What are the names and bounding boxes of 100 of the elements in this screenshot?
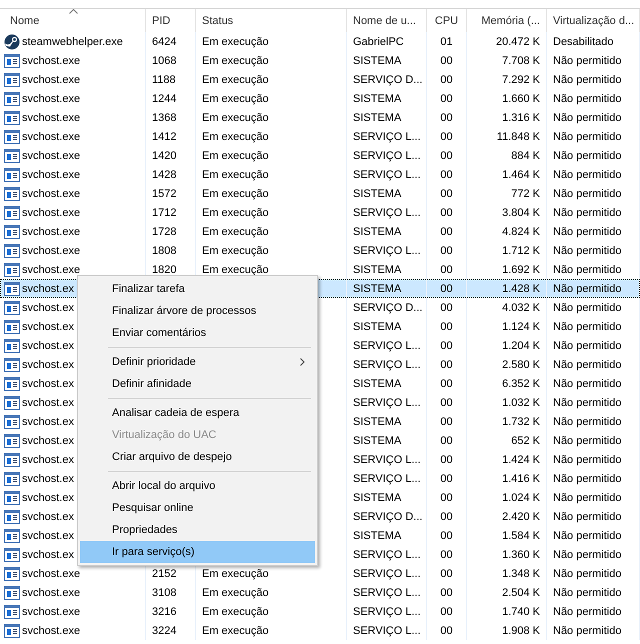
table-cell: SISTEMA — [353, 320, 402, 332]
process-row[interactable]: steamwebhelper.exe 6424 Em execução GabrielPC 01 20.472 K Desabilitado — [0, 32, 640, 51]
table-cell: Não permitido — [553, 264, 622, 276]
table-cell: Não permitido — [553, 54, 622, 66]
column-header[interactable]: Virtualização d... — [547, 9, 640, 32]
table-cell: SERVIÇO L... — [353, 130, 421, 142]
menu-item[interactable]: Definir afinidade — [80, 373, 315, 395]
table-cell: SISTEMA — [353, 92, 402, 104]
window-icon — [4, 92, 20, 106]
table-cell: Não permitido — [553, 150, 622, 162]
process-name: svchost.ex — [22, 302, 74, 314]
process-row[interactable]: svchost.exe 3224 Em execução SERVIÇO L... 00 1.908 K Não permitido — [0, 621, 640, 640]
column-header[interactable]: Nome de u... — [347, 9, 427, 32]
window-icon — [4, 338, 20, 352]
table-cell: SISTEMA — [353, 112, 402, 124]
table-cell: 6424 — [152, 36, 176, 48]
table-cell: Não permitido — [553, 472, 622, 484]
table-cell: SERVIÇO L... — [353, 586, 421, 598]
window-icon — [4, 110, 20, 124]
table-cell: SERVIÇO L... — [353, 568, 421, 580]
window-icon — [4, 224, 20, 238]
table-cell: Não permitido — [553, 188, 622, 200]
table-cell: 00 — [440, 188, 453, 200]
table-cell: Em execução — [202, 54, 269, 66]
process-row[interactable]: svchost.exe 3108 Em execução SERVIÇO L... 00 2.504 K Não permitido — [0, 583, 640, 602]
window-icon — [4, 376, 20, 390]
column-header[interactable]: CPU — [427, 9, 467, 32]
table-cell: Não permitido — [553, 396, 622, 408]
table-cell: Não permitido — [553, 606, 622, 618]
table-cell: 1.032 K — [502, 396, 540, 408]
process-name: svchost.ex — [22, 472, 74, 484]
process-name: svchost.exe — [22, 586, 80, 598]
column-header[interactable]: Memória (... — [467, 9, 547, 32]
process-row[interactable]: svchost.exe 1428 Em execução SERVIÇO L... 00 1.464 K Não permitido — [0, 165, 640, 184]
table-cell: Não permitido — [553, 168, 622, 180]
window-icon — [4, 358, 20, 372]
table-cell: 1808 — [152, 244, 176, 256]
table-cell: SISTEMA — [353, 226, 402, 238]
process-name: svchost.exe — [22, 568, 80, 580]
table-cell: 00 — [440, 206, 453, 218]
table-cell: 00 — [440, 54, 453, 66]
table-cell: Em execução — [202, 188, 269, 200]
table-cell: 00 — [440, 264, 453, 276]
table-cell: 00 — [440, 150, 453, 162]
table-cell: 1.428 K — [502, 282, 540, 294]
table-cell: 00 — [440, 378, 453, 390]
table-cell: 1572 — [152, 188, 176, 200]
table-cell: 00 — [440, 74, 453, 86]
table-cell: 01 — [440, 36, 453, 48]
table-cell: Não permitido — [553, 206, 622, 218]
process-name: svchost.ex — [22, 530, 74, 542]
table-cell: 1820 — [152, 264, 176, 276]
table-cell: SERVIÇO D... — [353, 302, 422, 314]
table-cell: Em execução — [202, 226, 269, 238]
table-cell: Não permitido — [553, 548, 622, 560]
column-header[interactable]: Nome — [0, 9, 146, 32]
process-row[interactable]: svchost.exe 1188 Em execução SERVIÇO D... 00 7.292 K Não permitido — [0, 70, 640, 89]
process-row[interactable]: svchost.exe 1368 Em execução SISTEMA 00 1.316 K Não permitido — [0, 108, 640, 127]
process-row[interactable]: svchost.exe 1244 Em execução SISTEMA 00 1.660 K Não permitido — [0, 89, 640, 108]
table-cell: Em execução — [202, 92, 269, 104]
process-row[interactable]: svchost.exe 1412 Em execução SERVIÇO L... 00 11.848 K Não permitido — [0, 127, 640, 146]
process-row[interactable]: svchost.exe 1712 Em execução SERVIÇO L... 00 3.804 K Não permitido — [0, 203, 640, 222]
process-row[interactable]: svchost.exe 1728 Em execução SISTEMA 00 4.824 K Não permitido — [0, 222, 640, 241]
table-cell: 00 — [440, 568, 453, 580]
table-cell: SISTEMA — [353, 492, 402, 504]
window-icon — [4, 586, 20, 600]
table-cell: 00 — [440, 396, 453, 408]
table-cell: 1.416 K — [502, 472, 540, 484]
process-name: svchost.exe — [22, 206, 80, 218]
table-cell: 7.292 K — [502, 74, 540, 86]
column-header[interactable]: Status — [196, 9, 347, 32]
menu-item[interactable]: Ir para serviço(s) — [80, 541, 315, 563]
table-cell: SERVIÇO L... — [353, 340, 421, 352]
table-cell: 1.584 K — [502, 530, 540, 542]
table-cell: 2152 — [152, 568, 176, 580]
process-name: svchost.exe — [22, 264, 80, 276]
process-row[interactable]: svchost.exe 1572 Em execução SISTEMA 00 772 K Não permitido — [0, 184, 640, 203]
process-name: svchost.exe — [22, 188, 80, 200]
table-cell: Desabilitado — [553, 36, 614, 48]
table-cell: 2.504 K — [502, 586, 540, 598]
table-cell: 652 K — [511, 434, 540, 446]
menu-item[interactable]: Finalizar tarefa — [80, 278, 315, 300]
table-cell: Não permitido — [553, 130, 622, 142]
process-name: svchost.exe — [22, 54, 80, 66]
process-name: svchost.ex — [22, 548, 74, 560]
table-cell: Não permitido — [553, 244, 622, 256]
process-row[interactable]: svchost.exe 1068 Em execução SISTEMA 00 7.708 K Não permitido — [0, 51, 640, 70]
table-cell: Não permitido — [553, 416, 622, 428]
window-icon — [4, 490, 20, 504]
process-row[interactable]: svchost.exe 1808 Em execução SERVIÇO L... 00 1.712 K Não permitido — [0, 241, 640, 260]
window-icon — [4, 72, 20, 86]
table-cell: 00 — [440, 320, 453, 332]
table-cell: 4.824 K — [502, 226, 540, 238]
column-header[interactable]: PID — [146, 9, 196, 32]
process-row[interactable]: svchost.exe 1420 Em execução SERVIÇO L... 00 884 K Não permitido — [0, 146, 640, 165]
table-cell: 7.708 K — [502, 54, 540, 66]
process-row[interactable]: svchost.exe 3216 Em execução SERVIÇO L... 00 1.740 K Não permitido — [0, 602, 640, 621]
table-cell: 00 — [440, 112, 453, 124]
table-cell: 00 — [440, 302, 453, 314]
table-cell: SERVIÇO D... — [353, 510, 422, 522]
